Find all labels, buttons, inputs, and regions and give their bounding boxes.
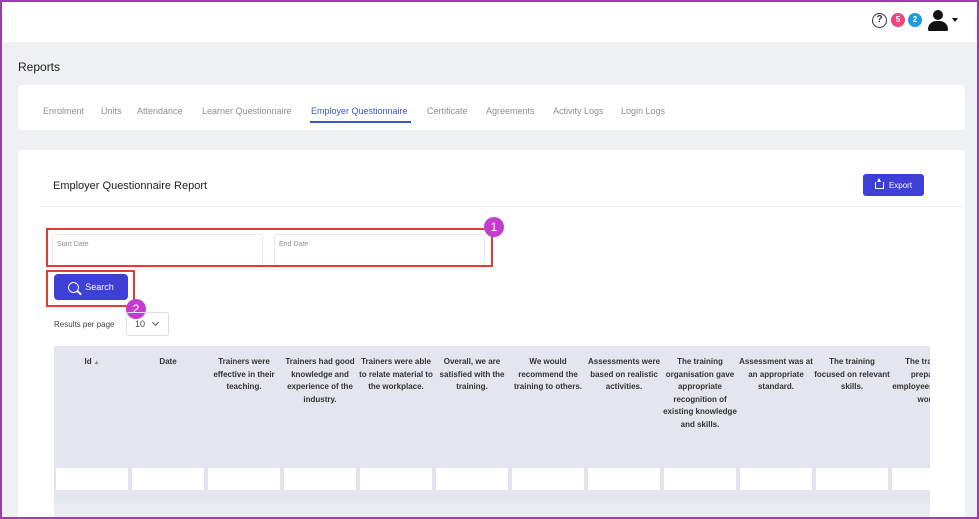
column-header[interactable]: The training organisation gave appropria… [662, 356, 738, 432]
questionnaire-table: Id ▲ Date Trainers were effective in thei… [54, 346, 930, 517]
results-per-page-value: 10 [135, 319, 146, 329]
column-filter-input[interactable] [511, 467, 585, 491]
column-header[interactable]: Assessments were based on realistic acti… [586, 356, 662, 394]
export-label: Export [888, 180, 913, 190]
column-header[interactable]: Assessment was at an appropriate standar… [738, 356, 814, 394]
top-bar: ? 5 2 [2, 2, 977, 42]
column-filter-input[interactable] [283, 467, 357, 491]
column-filter-input[interactable] [587, 467, 661, 491]
column-header[interactable]: Trainers had good knowledge and experien… [282, 356, 358, 406]
column-filter-input[interactable] [815, 467, 889, 491]
notification-badge-blue[interactable]: 2 [908, 13, 922, 27]
column-header[interactable]: Overall, we are satisfied with the train… [434, 356, 510, 394]
tab-units[interactable]: Units [101, 106, 122, 116]
results-per-page-select[interactable]: 10 [126, 312, 169, 336]
column-filter-input[interactable] [131, 467, 205, 491]
caret-down-icon[interactable] [952, 18, 958, 22]
notification-badge-red[interactable]: 5 [891, 13, 905, 27]
tab-enrolment[interactable]: Enrolment [43, 106, 84, 116]
results-per-page-label: Results per page [54, 320, 115, 329]
date-filter-highlight [46, 228, 493, 267]
column-filter-input[interactable] [891, 467, 930, 491]
column-header-id[interactable]: Id ▲ [54, 356, 130, 370]
sort-icon[interactable]: ▲ [94, 360, 100, 366]
report-title: Employer Questionnaire Report [53, 180, 208, 192]
tab-agreements[interactable]: Agreements [486, 106, 535, 116]
export-button[interactable]: Export [863, 174, 924, 196]
chevron-down-icon [151, 318, 160, 327]
tab-employer-questionnaire[interactable]: Employer Questionnaire [311, 106, 408, 116]
column-filter-input[interactable] [359, 467, 433, 491]
column-header-date[interactable]: Date [130, 356, 206, 369]
callout-1: 1 [484, 217, 504, 237]
table-body [54, 503, 930, 517]
tab-activity-logs[interactable]: Activity Logs [553, 106, 604, 116]
tab-certificate[interactable]: Certificate [427, 106, 468, 116]
app-window: ? 5 2 Reports Enrolment Units Attendance… [0, 0, 979, 519]
tab-attendance[interactable]: Attendance [137, 106, 183, 116]
tab-login-logs[interactable]: Login Logs [621, 106, 665, 116]
column-filter-input[interactable] [55, 467, 129, 491]
help-circle-icon[interactable]: ? [872, 13, 887, 28]
divider [40, 206, 965, 207]
report-card: Employer Questionnaire Report Export Sta… [18, 150, 965, 517]
column-filter-input[interactable] [435, 467, 509, 491]
user-icon[interactable] [928, 10, 948, 32]
column-header[interactable]: The training focused on relevant skills. [814, 356, 890, 394]
column-header[interactable]: Trainers were effective in their teachin… [206, 356, 282, 394]
page-title: Reports [18, 60, 61, 74]
column-header[interactable]: Trainers were able to relate material to… [358, 356, 434, 394]
tab-learner-questionnaire[interactable]: Learner Questionnaire [202, 106, 292, 116]
report-tabs: Enrolment Units Attendance Learner Quest… [18, 85, 965, 130]
column-filter-input[interactable] [739, 467, 813, 491]
column-filter-input[interactable] [207, 467, 281, 491]
export-icon [874, 177, 884, 189]
active-tab-indicator [310, 121, 411, 123]
column-header[interactable]: We would recommend the training to other… [510, 356, 586, 394]
column-filter-input[interactable] [663, 467, 737, 491]
search-highlight [46, 270, 135, 307]
column-header[interactable]: The training prepared employees well for… [890, 356, 930, 406]
